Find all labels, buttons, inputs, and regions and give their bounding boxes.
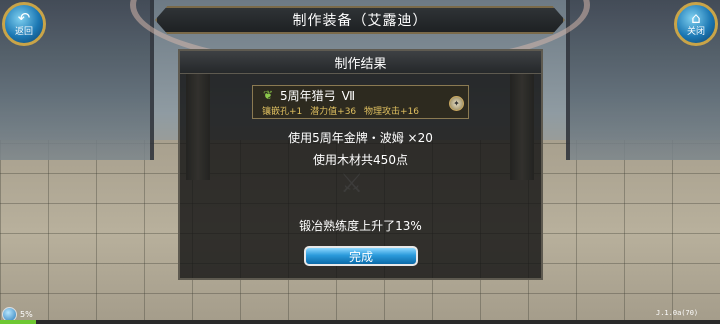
wood-used-line: 使用木材共450点 bbox=[313, 153, 408, 167]
item-tier: Ⅶ bbox=[341, 89, 356, 103]
version-text: J.1.0a(70) bbox=[656, 309, 699, 317]
item-stat: 镶嵌孔+1 bbox=[262, 107, 303, 117]
result-panel: 制作结果 ❦ 5周年猎弓 Ⅶ 镶嵌孔+1 潜力值+36 物理攻击+16 ✦ 使用5… bbox=[178, 49, 543, 280]
character-silhouette: ⚔ bbox=[340, 169, 364, 199]
home-icon: ⌂ bbox=[691, 9, 701, 27]
item-stat: 物理攻击+16 bbox=[364, 107, 420, 117]
close-label: 关闭 bbox=[686, 27, 705, 37]
title-bar: 制作装备（艾露迪） bbox=[155, 6, 565, 34]
result-panel-title: 制作结果 bbox=[334, 56, 387, 72]
progress-fill bbox=[0, 320, 36, 324]
item-name-row: 5周年猎弓 Ⅶ bbox=[280, 87, 355, 104]
close-button[interactable]: ⌂ 关闭 bbox=[674, 2, 718, 46]
crafted-item-card[interactable]: ❦ 5周年猎弓 Ⅶ 镶嵌孔+1 潜力值+36 物理攻击+16 ✦ bbox=[252, 85, 469, 119]
progress-bar bbox=[0, 320, 720, 324]
done-button[interactable]: 完成 bbox=[304, 246, 418, 266]
result-panel-header: 制作结果 bbox=[180, 51, 541, 74]
item-stat: 潜力值+36 bbox=[310, 107, 357, 117]
done-label: 完成 bbox=[348, 249, 373, 264]
proficiency-line: 锻冶熟练度上升了13% bbox=[299, 219, 422, 233]
leaf-icon: ❦ bbox=[263, 88, 274, 102]
page-title: 制作装备（艾露迪） bbox=[292, 13, 428, 29]
gear-badge-icon: ✦ bbox=[449, 96, 464, 111]
game-scene: ↶ 返回 制作装备（艾露迪） ⌂ 关闭 制作结果 ❦ 5周年猎弓 Ⅶ 镶嵌孔+1 … bbox=[0, 0, 720, 324]
back-button[interactable]: ↶ 返回 bbox=[2, 2, 46, 46]
item-name: 5周年猎弓 bbox=[280, 89, 336, 103]
percent-text: 5% bbox=[20, 309, 33, 319]
item-stats: 镶嵌孔+1 潜力值+36 物理攻击+16 bbox=[262, 104, 424, 117]
back-arrow-icon: ↶ bbox=[17, 9, 31, 27]
back-label: 返回 bbox=[14, 27, 33, 37]
material-used-line: 使用5周年金牌・波姆 ×20 bbox=[288, 131, 433, 145]
